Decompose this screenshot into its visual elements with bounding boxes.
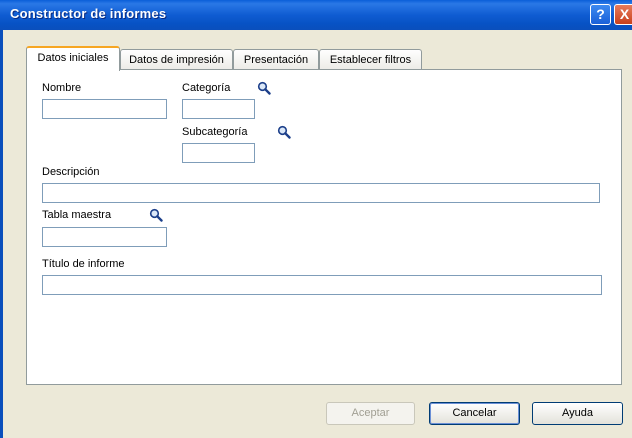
tabla-maestra-label: Tabla maestra <box>42 209 112 221</box>
tab-establecer-filtros[interactable]: Establecer filtros <box>319 49 422 70</box>
titulo-informe-label: Título de informe <box>42 258 125 270</box>
tabla-maestra-field[interactable] <box>42 227 167 247</box>
subcategoria-label: Subcategoría <box>182 126 248 138</box>
magnifier-icon[interactable] <box>257 81 271 95</box>
titulo-informe-field[interactable] <box>42 275 602 295</box>
tab-presentacion[interactable]: Presentación <box>233 49 319 70</box>
nombre-field[interactable] <box>42 99 167 119</box>
tab-datos-impresion[interactable]: Datos de impresión <box>120 49 233 70</box>
magnifier-icon[interactable] <box>149 208 163 222</box>
help-icon[interactable]: ? <box>590 4 611 25</box>
categoria-field[interactable] <box>182 99 255 119</box>
tab-panel-datos-iniciales: Nombre Categoría Subcategoría Descripció… <box>26 69 622 385</box>
magnifier-icon[interactable] <box>277 125 291 139</box>
subcategoria-field[interactable] <box>182 143 255 163</box>
window-title: Constructor de informes <box>10 6 167 21</box>
window-border <box>0 30 3 438</box>
descripcion-label: Descripción <box>42 166 100 178</box>
descripcion-field[interactable] <box>42 183 600 203</box>
ayuda-button[interactable]: Ayuda <box>532 402 623 425</box>
title-bar[interactable]: Constructor de informes ? X <box>0 0 632 30</box>
aceptar-button[interactable]: Aceptar <box>326 402 415 425</box>
report-builder-dialog: Constructor de informes ? X Datos inicia… <box>0 0 632 438</box>
categoria-label: Categoría <box>182 82 231 94</box>
cancelar-button[interactable]: Cancelar <box>429 402 520 425</box>
tab-datos-iniciales[interactable]: Datos iniciales <box>26 46 120 71</box>
nombre-label: Nombre <box>42 82 82 94</box>
close-icon[interactable]: X <box>614 4 632 25</box>
